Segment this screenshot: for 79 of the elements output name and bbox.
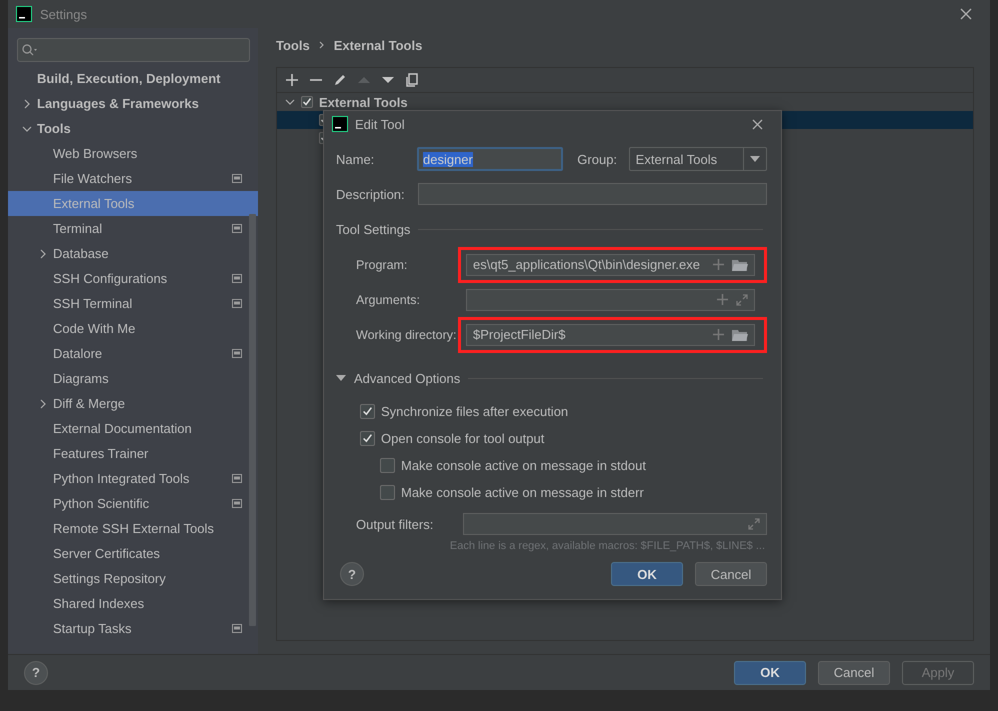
- help-button[interactable]: ?: [340, 562, 364, 586]
- sidebar-item[interactable]: Remote SSH External Tools: [8, 516, 258, 541]
- dialog-title: Edit Tool: [355, 116, 405, 132]
- group-dropdown[interactable]: External Tools: [628, 147, 767, 171]
- description-field[interactable]: [418, 183, 767, 205]
- add-icon[interactable]: [713, 259, 724, 270]
- sidebar-item[interactable]: SSH Configurations: [8, 266, 258, 291]
- breadcrumb-item: External Tools: [334, 38, 422, 52]
- output-filters-field[interactable]: [462, 513, 767, 535]
- dialog-button[interactable]: Cancel: [695, 562, 767, 586]
- field-label: Output filters:: [355, 516, 434, 532]
- pencil-icon: [333, 73, 347, 87]
- app-logo-icon: [332, 116, 348, 132]
- section-title: Tool Settings: [336, 222, 410, 236]
- sidebar-item[interactable]: Python Scientific: [8, 491, 258, 516]
- sidebar-item[interactable]: Code With Me: [8, 316, 258, 341]
- checkbox[interactable]: [360, 431, 375, 446]
- checkbox[interactable]: [360, 404, 375, 419]
- sidebar-item[interactable]: Tools: [8, 116, 258, 141]
- close-icon[interactable]: [752, 118, 763, 130]
- sidebar-item[interactable]: Diff & Merge: [8, 391, 258, 416]
- sidebar-item[interactable]: Web Browsers: [8, 141, 258, 166]
- breadcrumb-item[interactable]: Tools: [276, 38, 310, 52]
- chevron-icon[interactable]: [285, 97, 295, 107]
- path-field[interactable]: es\qt5_applications\Qt\bin\designer.exe: [466, 254, 755, 276]
- sidebar-item[interactable]: Database: [8, 241, 258, 266]
- tree-item[interactable]: External Tools: [319, 94, 408, 110]
- sidebar-item[interactable]: Diagrams: [8, 366, 258, 391]
- sidebar-item[interactable]: SSH Terminal: [8, 291, 258, 316]
- folder-icon[interactable]: [732, 328, 748, 340]
- checkbox[interactable]: [301, 96, 313, 108]
- dialog-button[interactable]: Cancel: [818, 660, 890, 684]
- field-label: Description:: [336, 186, 406, 202]
- sidebar-item[interactable]: Languages & Frameworks: [8, 91, 258, 116]
- sidebar-item[interactable]: Datalore: [8, 341, 258, 366]
- sidebar-item[interactable]: Settings Repository: [8, 566, 258, 591]
- expand-icon[interactable]: [736, 294, 748, 306]
- sidebar-item[interactable]: Features Trainer: [8, 441, 258, 466]
- sidebar-item[interactable]: External Documentation: [8, 416, 258, 441]
- window-title: Settings: [40, 6, 87, 22]
- app-logo-icon: [16, 6, 32, 22]
- search-field[interactable]: [17, 38, 250, 62]
- checkbox[interactable]: [380, 458, 395, 473]
- dropdown-arrow-icon: [750, 156, 760, 162]
- field-label: Group:: [577, 152, 618, 166]
- add-icon[interactable]: [713, 329, 724, 340]
- dialog-button[interactable]: OK: [734, 660, 806, 684]
- expand-triangle-icon[interactable]: [336, 374, 346, 382]
- checkbox-label[interactable]: Open console for tool output: [381, 431, 544, 446]
- chevron-icon: [318, 41, 326, 49]
- folder-icon[interactable]: [732, 258, 748, 270]
- sidebar-item[interactable]: Build, Execution, Deployment: [8, 66, 258, 91]
- copy-icon: [405, 73, 419, 87]
- search-icon: [22, 44, 38, 56]
- expand-icon[interactable]: [748, 518, 760, 530]
- checkbox-label[interactable]: Synchronize files after execution: [381, 404, 568, 419]
- checkbox-label[interactable]: Make console active on message in stderr: [401, 485, 644, 500]
- plus-icon: [285, 73, 299, 87]
- field-label: Arguments:: [355, 292, 421, 306]
- path-field[interactable]: [466, 288, 755, 310]
- scrollbar-thumb[interactable]: [249, 214, 256, 626]
- help-button[interactable]: ?: [24, 660, 48, 684]
- sidebar-item[interactable]: File Watchers: [8, 166, 258, 191]
- path-field[interactable]: $ProjectFileDir$: [466, 324, 755, 346]
- sidebar-item[interactable]: Python Integrated Tools: [8, 466, 258, 491]
- sidebar-item[interactable]: Shared Indexes: [8, 591, 258, 616]
- section-title[interactable]: Advanced Options: [354, 370, 460, 386]
- checkbox[interactable]: [380, 485, 395, 500]
- add-icon[interactable]: [717, 294, 728, 305]
- close-icon[interactable]: [960, 8, 972, 20]
- sidebar-item[interactable]: Startup Tasks: [8, 616, 258, 641]
- field-label: Name:: [336, 152, 376, 166]
- sidebar-item[interactable]: Server Certificates: [8, 541, 258, 566]
- field-label: Program:: [355, 258, 408, 272]
- dialog-button[interactable]: OK: [611, 562, 683, 586]
- name-field[interactable]: designer: [417, 147, 564, 171]
- checkbox-label[interactable]: Make console active on message in stdout: [401, 458, 646, 473]
- sidebar-item[interactable]: Terminal: [8, 216, 258, 241]
- field-label: Working directory:: [355, 328, 458, 342]
